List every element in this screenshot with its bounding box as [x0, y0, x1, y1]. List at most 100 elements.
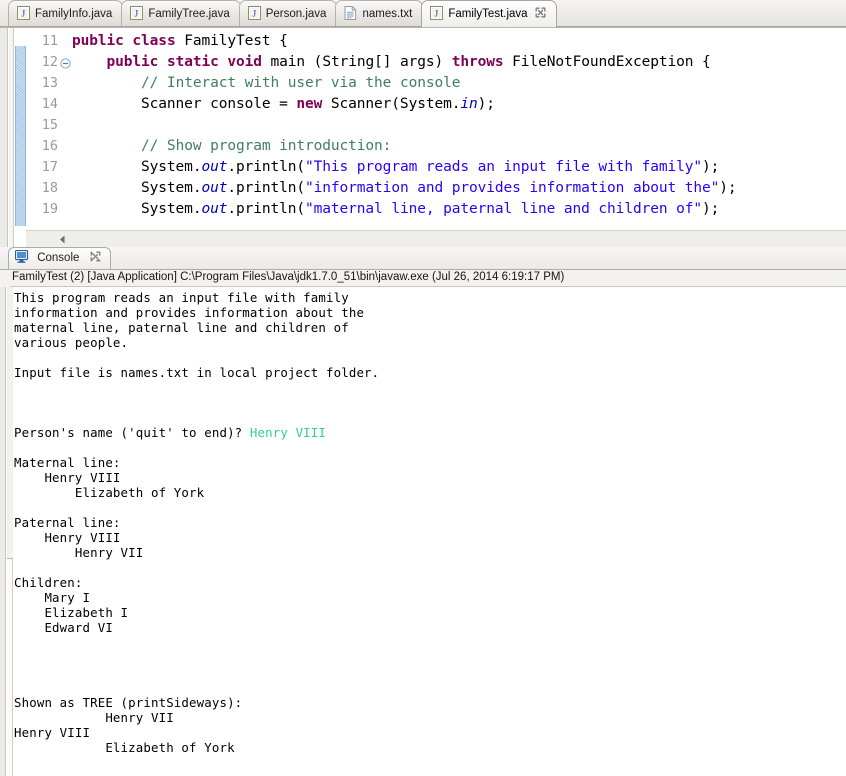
editor-tab-names-txt[interactable]: names.txt: [335, 0, 424, 27]
console-left-edge: [0, 287, 6, 776]
text-file-icon: [344, 6, 357, 21]
console-line: Henry VIII: [14, 530, 121, 545]
console-user-input: Henry VIII: [249, 425, 327, 440]
console-line: Elizabeth of York: [14, 485, 204, 500]
console-scrollbar-thumb[interactable]: [7, 287, 13, 559]
close-icon[interactable]: [90, 251, 101, 262]
editor-tab-familytest-java[interactable]: J FamilyTest.java: [421, 0, 557, 27]
code-token: Scanner console =: [72, 96, 297, 112]
line-number: 17: [41, 159, 58, 175]
console-line-text: Elizabeth of York: [14, 740, 235, 755]
console-launch-title: FamilyTest (2) [Java Application] C:\Pro…: [0, 270, 846, 287]
console-line-text: Henry VIII: [14, 725, 91, 740]
java-file-icon: J: [247, 6, 261, 21]
close-icon[interactable]: [535, 7, 546, 18]
line-number: 13: [41, 75, 58, 91]
code-token: FamilyTest {: [175, 33, 288, 49]
editor-tab-familyinfo-java[interactable]: J FamilyInfo.java: [8, 0, 124, 27]
console-line: Person's name ('quit' to end)? Henry VII…: [14, 425, 326, 440]
console-line-text: Person's name ('quit' to end)?: [14, 425, 250, 440]
code-token: .println(: [227, 180, 306, 196]
console-vertical-scrollbar[interactable]: [7, 287, 13, 776]
code-fold-collapse-icon[interactable]: [60, 58, 71, 69]
console-line: Edward VI: [14, 620, 113, 635]
code-token: .println(: [227, 201, 306, 217]
console-line-text: Shown as TREE (printSideways):: [14, 695, 243, 710]
console-line: Paternal line:: [14, 515, 121, 530]
console-line-text: maternal line, paternal line and childre…: [14, 320, 349, 335]
console-line-text: Henry VII: [14, 710, 174, 725]
console-tab-label: Console: [37, 252, 80, 264]
scroll-left-arrow-icon[interactable]: [56, 233, 69, 246]
line-number: 12: [41, 54, 58, 70]
editor-tab-label: names.txt: [362, 8, 413, 20]
code-token: // Interact with user via the console: [141, 75, 461, 91]
editor-change-indicator-bar: [15, 46, 26, 226]
console-line: Maternal line:: [14, 455, 121, 470]
editor-tab-label: Person.java: [265, 8, 327, 20]
console-line-text: information and provides information abo…: [14, 305, 365, 320]
svg-text:J: J: [435, 10, 439, 20]
line-number: 18: [41, 180, 58, 196]
code-token: class: [132, 33, 176, 49]
java-file-icon: J: [17, 6, 30, 21]
java-file-icon: J: [430, 6, 444, 21]
code-line[interactable]: // Show program introduction:: [72, 138, 391, 154]
console-output-text[interactable]: This program reads an input file with fa…: [14, 287, 846, 776]
console-line-text: Henry VII: [14, 545, 144, 560]
code-token: System.: [72, 180, 202, 196]
console-line: Mary I: [14, 590, 90, 605]
editor-pane: J FamilyInfo.java J FamilyTree.java J Person.…: [0, 0, 846, 247]
console-monitor-icon: [15, 250, 29, 263]
code-token: .println(: [227, 159, 306, 175]
console-line: information and provides information abo…: [14, 305, 364, 320]
code-token: void: [227, 54, 262, 70]
code-line[interactable]: public class FamilyTest {: [72, 33, 288, 49]
editor-tab-person-java[interactable]: J Person.java: [238, 0, 338, 27]
console-line: Henry VII: [14, 545, 143, 560]
code-token: System.: [72, 159, 202, 175]
console-line-text: Children:: [14, 575, 83, 590]
code-token: System.: [72, 201, 202, 217]
editor-annotation-ruler: [9, 28, 14, 247]
code-line[interactable]: System.out.println("This program reads a…: [72, 159, 719, 175]
console-line-text: Input file is names.txt in local project…: [14, 365, 380, 380]
code-line[interactable]: Scanner console = new Scanner(System.in)…: [72, 96, 495, 112]
source-code-text[interactable]: public class FamilyTest { public static …: [72, 28, 846, 247]
tab-console[interactable]: Console: [8, 247, 111, 269]
console-line-text: This program reads an input file with fa…: [14, 290, 349, 305]
console-output-area[interactable]: This program reads an input file with fa…: [0, 287, 846, 776]
code-token: throws: [451, 54, 504, 70]
code-token: static: [166, 54, 219, 70]
code-token: main (String[] args): [261, 54, 452, 70]
line-number: 16: [41, 138, 58, 154]
code-editor-area[interactable]: 11 12 13 14 15 16 17 18 19 public class FamilyTe…: [0, 28, 846, 247]
code-token: new: [296, 96, 323, 112]
code-token: );: [701, 159, 720, 175]
code-token: public: [106, 54, 159, 70]
code-line[interactable]: System.out.println("information and prov…: [72, 180, 737, 196]
code-token: public: [72, 33, 124, 49]
console-line: maternal line, paternal line and childre…: [14, 320, 349, 335]
console-line-text: Paternal line:: [14, 515, 121, 530]
console-view: Console FamilyTest (2) [Java Application…: [0, 247, 846, 776]
console-line: This program reads an input file with fa…: [14, 290, 349, 305]
console-line: various people.: [14, 335, 128, 350]
code-token: "This program reads an input file with f…: [305, 159, 702, 175]
code-token: // Show program introduction:: [141, 138, 392, 154]
svg-text:J: J: [22, 10, 26, 20]
editor-marker-bar[interactable]: [0, 28, 8, 247]
editor-tab-bar: J FamilyInfo.java J FamilyTree.java J Person.…: [0, 0, 846, 28]
editor-tab-familytree-java[interactable]: J FamilyTree.java: [121, 0, 241, 27]
code-line[interactable]: // Interact with user via the console: [72, 75, 460, 91]
console-line-text: Mary I: [14, 590, 91, 605]
line-number-gutter: 11 12 13 14 15 16 17 18 19: [26, 28, 72, 247]
code-line[interactable]: public static void main (String[] args) …: [72, 54, 711, 70]
line-number: 15: [41, 117, 58, 133]
code-line[interactable]: System.out.println("maternal line, pater…: [72, 201, 719, 217]
svg-text:J: J: [135, 10, 139, 20]
eclipse-ide-window: J FamilyInfo.java J FamilyTree.java J Person.…: [0, 0, 846, 776]
editor-horizontal-scrollbar[interactable]: [26, 230, 846, 247]
console-line-text: Henry VIII: [14, 530, 121, 545]
editor-tab-label: FamilyTree.java: [148, 8, 230, 20]
